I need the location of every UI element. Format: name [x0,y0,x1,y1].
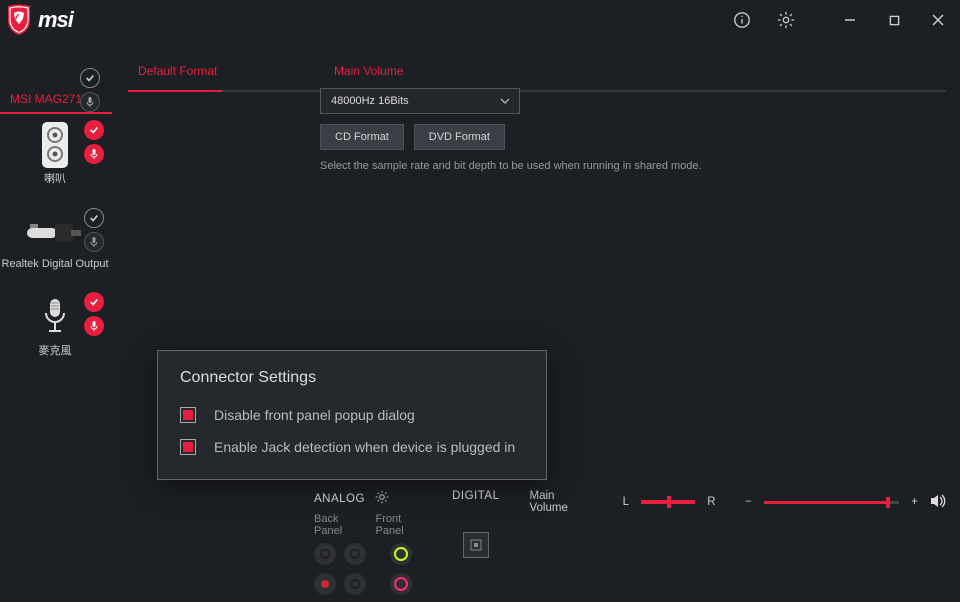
checkbox-disable-popup[interactable] [180,407,196,423]
cd-format-button[interactable]: CD Format [320,124,404,150]
device-label-digital: Realtek Digital Output [0,258,110,270]
maximize-button[interactable] [872,0,916,40]
front-panel-jacks [390,543,412,595]
minimize-button[interactable] [828,0,872,40]
volume-icon [930,494,946,508]
format-selected-value: 48000Hz 16Bits [331,95,409,107]
main-volume-label: Main Volume [529,490,589,514]
jack-front-green[interactable] [390,543,412,565]
close-button[interactable] [916,0,960,40]
brand-text: msi [38,7,73,33]
connector-settings-popup: Connector Settings Disable front panel p… [157,350,547,480]
volume-plus-label: + [911,496,918,508]
speaker-icon [41,121,69,169]
speakers-mic-toggle[interactable] [84,144,104,164]
tab-strip: Default Format Main Volume [124,60,946,90]
digital-mic-toggle[interactable] [84,232,104,252]
msi-shield-icon [6,4,32,36]
minimize-icon [844,14,856,26]
volume-minus-label: − [745,496,752,508]
window-controls [720,0,960,40]
digital-port[interactable] [463,532,489,558]
logo: msi [6,4,73,36]
dvd-format-button[interactable]: DVD Format [414,124,505,150]
format-description: Select the sample rate and bit depth to … [320,160,702,172]
microphone-icon [40,297,70,337]
back-panel-label: Back Panel [314,513,360,537]
sidebar-device-speakers[interactable]: 喇叭 [0,114,110,202]
mic-check-toggle[interactable] [84,292,104,312]
close-icon [932,14,944,26]
sidebar: MSI MAG271CR 喇叭 [0,40,110,602]
front-panel-label: Front Panel [376,513,423,537]
device-label-speakers: 喇叭 [0,170,110,186]
gear-icon [777,11,795,29]
speakers-check-toggle[interactable] [84,120,104,140]
info-button[interactable] [720,0,764,40]
checkbox-row-disable-popup[interactable]: Disable front panel popup dialog [180,407,524,423]
popup-title: Connector Settings [180,369,524,387]
main-volume-block: Main Volume L R − + [529,490,946,514]
maximize-icon [889,15,900,26]
jack-back-2[interactable] [344,543,366,565]
sidebar-device-digital[interactable]: Realtek Digital Output [0,202,110,286]
checkbox-label-2: Enable Jack detection when device is plu… [214,439,515,455]
format-select[interactable]: 48000Hz 16Bits [320,88,520,114]
checkbox-row-jack-detection[interactable]: Enable Jack detection when device is plu… [180,439,524,455]
digital-check-toggle[interactable] [84,208,104,228]
bottom-bar: ANALOG Back Panel Front Panel [300,482,960,602]
titlebar: msi [0,0,960,40]
jack-back-1[interactable] [314,543,336,565]
analog-block: ANALOG Back Panel Front Panel [314,490,422,595]
info-icon [733,11,751,29]
global-mic-toggle[interactable] [80,92,100,112]
settings-button[interactable] [764,0,808,40]
balance-r-label: R [707,496,715,508]
speaker-icon-button[interactable] [930,494,946,511]
optical-port-icon [469,538,483,552]
digital-block: DIGITAL [452,490,499,558]
jack-back-3[interactable] [314,573,336,595]
gear-icon [375,490,389,504]
back-panel-jacks [314,543,366,595]
device-label-mic: 麥克風 [0,342,110,358]
tab-default-format[interactable]: Default Format [138,64,217,78]
checkbox-label-1: Disable front panel popup dialog [214,407,415,423]
analog-settings-button[interactable] [375,490,389,507]
global-check-toggle[interactable] [80,68,100,88]
checkbox-jack-detection[interactable] [180,439,196,455]
jack-back-4[interactable] [344,573,366,595]
volume-slider[interactable] [764,501,900,504]
section-title: Main Volume [334,64,403,78]
balance-l-label: L [623,496,629,508]
analog-label: ANALOG [314,493,365,505]
optical-plug-icon [27,218,83,248]
balance-slider[interactable] [641,500,695,504]
sidebar-device-mic[interactable]: 麥克風 [0,286,110,374]
chevron-down-icon [499,95,511,107]
digital-label: DIGITAL [452,490,499,502]
jack-front-pink[interactable] [390,573,412,595]
mic-mic-toggle[interactable] [84,316,104,336]
